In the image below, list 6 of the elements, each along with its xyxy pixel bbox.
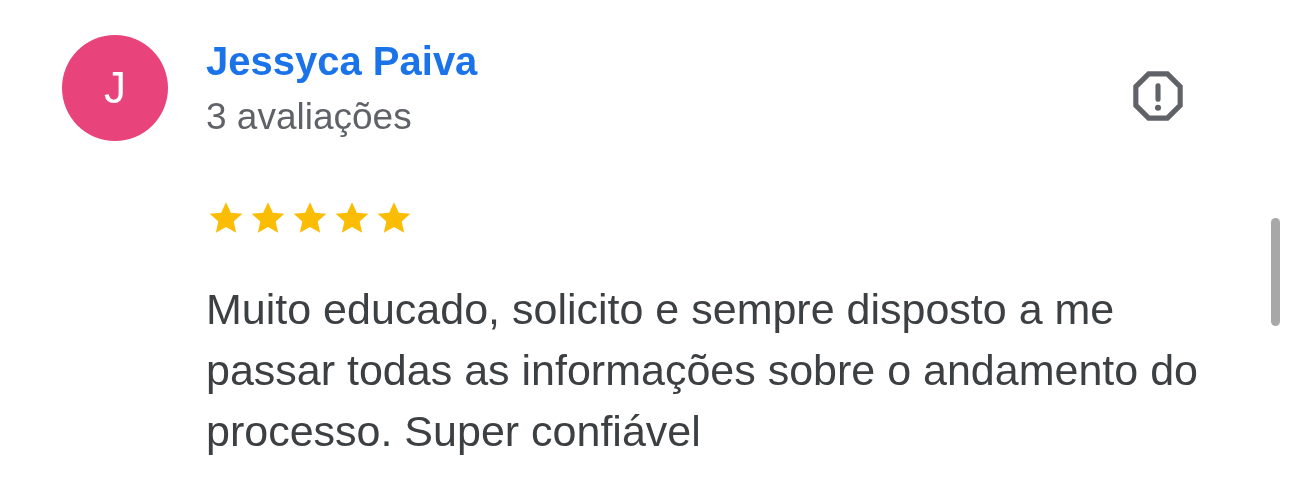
review-count: 3 avaliações bbox=[206, 95, 412, 139]
avatar: J bbox=[62, 35, 168, 141]
review-text: Muito educado, solicito e sempre disposto a me passar todas as informações sobre o andamento do processo. Super confiável bbox=[206, 284, 1199, 457]
reviewer-name[interactable]: Jessyca Paiva bbox=[206, 35, 478, 87]
scrollbar[interactable] bbox=[1271, 218, 1280, 326]
report-icon[interactable] bbox=[1130, 68, 1186, 124]
